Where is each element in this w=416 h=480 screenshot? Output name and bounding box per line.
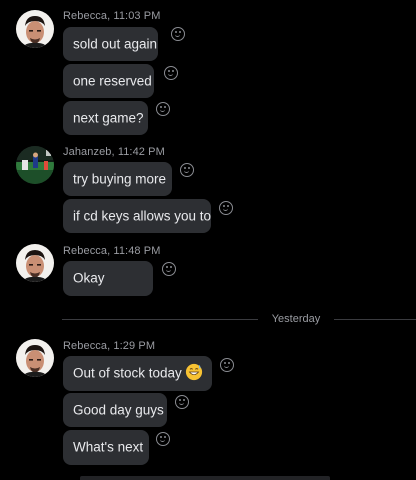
message-meta: Rebecca, 11:03 PM	[63, 10, 161, 22]
smiley-face-icon[interactable]	[219, 201, 233, 215]
message-bubble[interactable]: sold out again	[63, 27, 158, 61]
avatar[interactable]	[16, 244, 54, 282]
smiley-face-icon[interactable]	[180, 163, 194, 177]
chat-thread: Rebecca, 11:03 PM sold out again one res…	[0, 0, 416, 480]
message-text: Out of stock today	[73, 365, 182, 381]
smiley-face-icon[interactable]	[156, 432, 170, 446]
smiley-face-icon[interactable]	[162, 262, 176, 276]
message-meta: Rebecca, 11:48 PM	[63, 245, 161, 257]
message-meta: Rebecca, 1:29 PM	[63, 340, 156, 352]
message-bubble[interactable]: if cd keys allows you to	[63, 199, 211, 233]
grinning-sweat-emoji-icon	[185, 364, 202, 381]
message-text: sold out again	[73, 36, 158, 52]
message-text: Okay	[73, 270, 105, 286]
message-text: one reserved	[73, 73, 152, 89]
smiley-face-icon[interactable]	[220, 358, 234, 372]
smiley-face-icon[interactable]	[171, 27, 185, 41]
message-meta: Jahanzeb, 11:42 PM	[63, 146, 165, 158]
message-bubble[interactable]: Okay	[63, 261, 153, 296]
message-text: What's next	[73, 439, 144, 455]
divider-line	[62, 319, 258, 320]
divider-label: Yesterday	[271, 313, 321, 325]
avatar[interactable]	[16, 339, 54, 377]
avatar[interactable]	[16, 10, 54, 48]
message-text: if cd keys allows you to	[73, 208, 212, 224]
smiley-face-icon[interactable]	[175, 395, 189, 409]
message-bubble[interactable]: What's next	[63, 430, 149, 465]
next-message-edge	[80, 476, 330, 480]
rebecca-avatar-icon	[16, 339, 54, 377]
jahanzeb-avatar-icon	[16, 146, 54, 184]
rebecca-avatar-icon	[16, 244, 54, 282]
date-divider: Yesterday	[62, 312, 416, 326]
message-text: next game?	[73, 110, 144, 126]
message-text: try buying more	[73, 171, 167, 187]
message-bubble[interactable]: Out of stock today	[63, 356, 212, 391]
message-text: Good day guys	[73, 402, 164, 418]
divider-line	[334, 319, 416, 320]
avatar[interactable]	[16, 146, 54, 184]
message-bubble[interactable]: try buying more	[63, 162, 172, 196]
rebecca-avatar-icon	[16, 10, 54, 48]
message-bubble[interactable]: one reserved	[63, 64, 154, 98]
smiley-face-icon[interactable]	[156, 102, 170, 116]
message-bubble[interactable]: next game?	[63, 101, 148, 135]
smiley-face-icon[interactable]	[164, 66, 178, 80]
message-bubble[interactable]: Good day guys	[63, 393, 167, 427]
